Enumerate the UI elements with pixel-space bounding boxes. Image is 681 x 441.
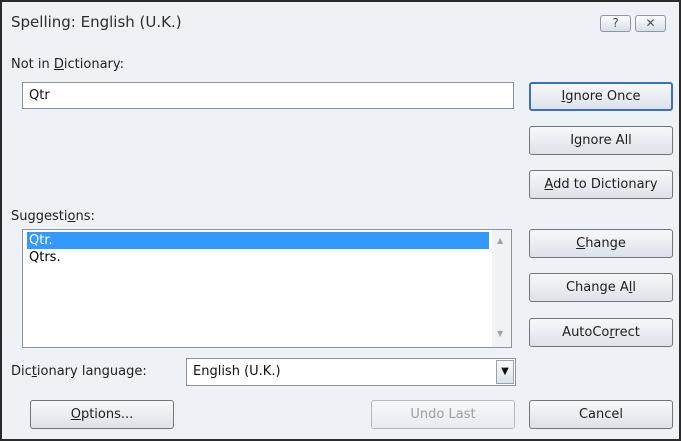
add-to-dictionary-button[interactable]: Add to Dictionary: [529, 170, 673, 199]
spelling-dialog: Spelling: English (U.K.) ? ✕ Not in Dict…: [0, 0, 681, 441]
not-in-dictionary-label: Not in Dictionary:: [11, 57, 125, 72]
dictionary-language-select[interactable]: English (U.K.) ▼: [186, 358, 516, 386]
dictionary-language-label: Dictionary language:: [11, 364, 147, 379]
ignore-once-button[interactable]: Ignore Once: [529, 82, 673, 111]
list-item[interactable]: Qtrs.: [27, 249, 489, 266]
scroll-down-icon[interactable]: ▼: [497, 329, 503, 338]
suggestions-list[interactable]: Qtr. Qtrs. ▲ ▼: [22, 229, 512, 348]
dialog-title: Spelling: English (U.K.): [11, 13, 182, 31]
undo-last-button[interactable]: Undo Last: [371, 400, 515, 429]
suggestions-label: Suggestions:: [11, 209, 95, 224]
dictionary-language-value: English (U.K.): [193, 364, 281, 379]
autocorrect-button[interactable]: AutoCorrect: [529, 318, 673, 347]
ignore-all-button[interactable]: Ignore All: [529, 126, 673, 155]
change-button[interactable]: Change: [529, 229, 673, 258]
suggestions-scrollbar[interactable]: ▲ ▼: [492, 230, 511, 347]
title-bar: Spelling: English (U.K.) ? ✕: [2, 2, 679, 42]
scroll-up-icon[interactable]: ▲: [497, 236, 503, 245]
cancel-button[interactable]: Cancel: [529, 400, 673, 429]
options-button[interactable]: Options...: [30, 400, 174, 429]
not-in-dictionary-field[interactable]: Qtr: [22, 82, 514, 109]
dropdown-arrow-icon[interactable]: ▼: [496, 360, 514, 384]
help-button[interactable]: ?: [600, 15, 631, 32]
close-icon: ✕: [645, 16, 656, 30]
list-item[interactable]: Qtr.: [27, 232, 489, 249]
misspelled-word: Qtr: [29, 88, 50, 103]
help-icon: ?: [612, 16, 619, 30]
change-all-button[interactable]: Change All: [529, 273, 673, 302]
close-button[interactable]: ✕: [635, 15, 666, 32]
